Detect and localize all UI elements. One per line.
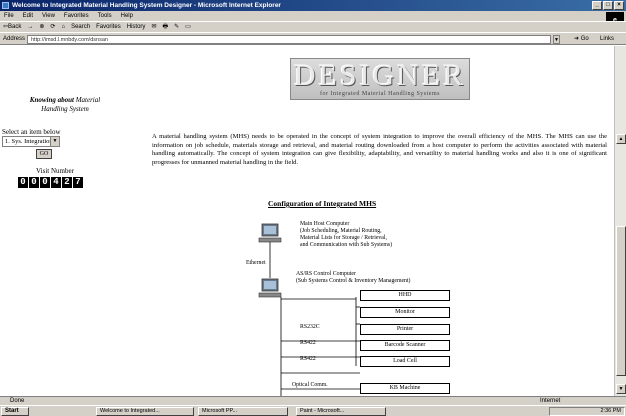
host-line-2: (Job Scheduling, Material Routing, <box>300 228 382 234</box>
home-button[interactable]: ⌂ <box>61 22 65 32</box>
ie-app-icon <box>2 2 9 9</box>
forward-button[interactable]: → <box>27 22 33 32</box>
device-box-monitor: Monitor <box>360 307 450 318</box>
link-label-rs232c: RS232C <box>300 324 320 330</box>
host-line-4: and Communication with Sub Systems) <box>300 242 393 248</box>
link-label-rs422-b: RS422 <box>300 356 316 362</box>
page-content: DESIGNER for Integrated Material Handlin… <box>0 46 614 396</box>
device-box-load-cell: Load Cell <box>360 356 450 367</box>
search-button[interactable]: Search <box>71 22 90 32</box>
ethernet-label: Ethernet <box>246 260 266 266</box>
status-bar: Done Internet <box>0 396 626 405</box>
address-bar: Address http://imsd.l.mnbdy.com/dsnsan ▼… <box>0 32 626 45</box>
go-label: Go <box>580 36 589 42</box>
link-label-optical: Optical Comm. <box>292 382 328 388</box>
menu-help[interactable]: Help <box>121 11 133 21</box>
clock: 2:36 PM <box>600 408 621 414</box>
menu-bar: File Edit View Favorites Tools Help <box>0 11 626 21</box>
host-computer-label: Main Host Computer (Job Scheduling, Mate… <box>300 221 392 249</box>
menu-edit[interactable]: Edit <box>23 11 33 21</box>
device-box-barcode-scanner: Barcode Scanner <box>360 340 450 351</box>
control-computer-label: AS/RS Control Computer (Sub Systems Cont… <box>296 271 410 285</box>
address-dropdown-icon[interactable]: ▼ <box>553 35 560 44</box>
device-box-kb-machine: KB Machine <box>360 383 450 394</box>
favorites-button[interactable]: Favorites <box>96 22 121 32</box>
history-button[interactable]: History <box>127 22 146 32</box>
taskbar-item-paint[interactable]: Paint - Microsoft... <box>296 407 386 416</box>
menu-favorites[interactable]: Favorites <box>64 11 89 21</box>
go-button[interactable]: ➜ Go <box>574 33 589 46</box>
scroll-thumb[interactable] <box>616 226 626 376</box>
host-line-1: Main Host Computer <box>300 221 350 227</box>
menu-tools[interactable]: Tools <box>98 11 112 21</box>
refresh-button[interactable]: ⟳ <box>50 22 55 32</box>
taskbar: Start Welcome to Integrated... Microsoft… <box>0 405 626 416</box>
control-computer-icon <box>258 278 282 298</box>
window-controls: _ □ × <box>592 1 624 10</box>
host-line-3: Material Lists for Storage / Retrieval, <box>300 235 387 241</box>
control-line-2: (Sub Systems Control & Inventory Managem… <box>296 278 411 284</box>
print-icon[interactable]: 🖶 <box>162 22 168 32</box>
mail-icon[interactable]: ✉ <box>151 22 156 32</box>
close-button[interactable]: × <box>614 1 624 10</box>
link-label-rs422-a: RS422 <box>300 340 316 346</box>
scroll-down-icon[interactable]: ▼ <box>616 384 626 394</box>
device-box-hhd: HHD <box>360 290 450 301</box>
links-button[interactable]: Links <box>600 33 614 46</box>
address-label: Address <box>3 36 26 42</box>
back-button[interactable]: ⇦Back <box>3 22 21 32</box>
menu-view[interactable]: View <box>42 11 55 21</box>
vertical-scrollbar[interactable]: ▲ ▼ <box>614 46 626 396</box>
system-tray: 2:36 PM <box>549 407 625 416</box>
menu-file[interactable]: File <box>4 11 14 21</box>
control-line-1: AS/RS Control Computer <box>296 271 356 277</box>
address-input[interactable]: http://imsd.l.mnbdy.com/dsnsan <box>27 35 551 44</box>
host-computer-icon <box>258 223 282 243</box>
discuss-icon[interactable]: ▭ <box>185 22 191 32</box>
taskbar-item-powerpoint[interactable]: Microsoft PP... <box>198 407 288 416</box>
start-button[interactable]: Start <box>1 407 29 416</box>
scroll-up-icon[interactable]: ▲ <box>616 134 626 144</box>
stop-button[interactable]: ⊗ <box>39 22 44 32</box>
window-title: Welcome to Integrated Material Handling … <box>12 2 281 9</box>
window-titlebar: Welcome to Integrated Material Handling … <box>0 0 626 11</box>
device-box-printer: Printer <box>360 324 450 335</box>
maximize-button[interactable]: □ <box>603 1 613 10</box>
taskbar-item-ie[interactable]: Welcome to Integrated... <box>96 407 194 416</box>
minimize-button[interactable]: _ <box>592 1 602 10</box>
edit-icon[interactable]: ✎ <box>174 22 179 32</box>
standard-toolbar: ⇦Back → ⊗ ⟳ ⌂ Search Favorites History ✉… <box>0 21 626 32</box>
